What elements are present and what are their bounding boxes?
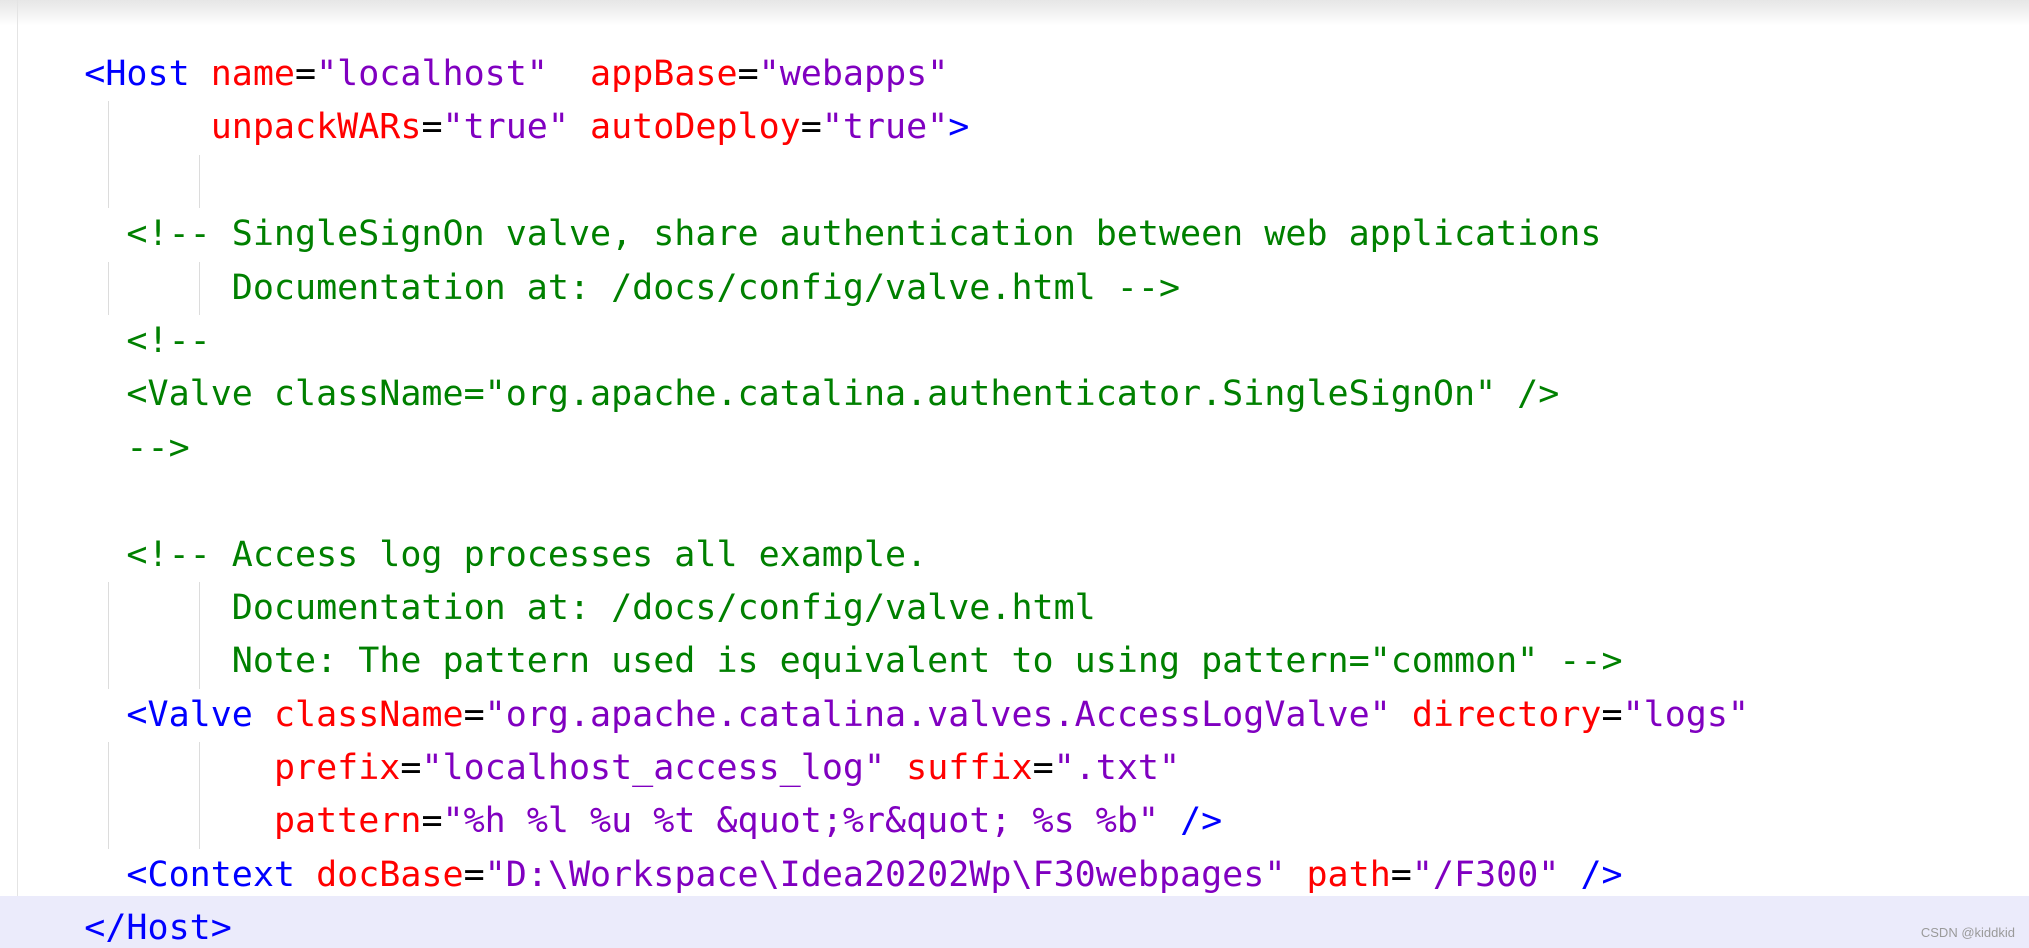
code-token: "localhost_access_log"	[421, 748, 886, 789]
code-token: =	[1601, 694, 1623, 735]
code-line[interactable]: Documentation at: /docs/config/valve.htm…	[0, 581, 1749, 636]
code-token: />	[1580, 854, 1623, 895]
indent-guide	[199, 742, 200, 796]
code-token: -->	[0, 427, 190, 468]
code-token: <!--	[0, 320, 211, 361]
code-token: Note: The pattern used is equivalent to …	[0, 641, 1623, 682]
code-line[interactable]: pattern="%h %l %u %t &quot;%r&quot; %s %…	[0, 795, 1749, 849]
code-token: Documentation at: /docs/config/valve.htm…	[0, 587, 1096, 628]
code-area[interactable]: <Host name="localhost" appBase="webapps"…	[0, 48, 1749, 948]
code-line[interactable]: prefix="localhost_access_log" suffix=".t…	[0, 742, 1749, 796]
code-token: =	[463, 854, 485, 895]
code-token: "logs"	[1622, 694, 1750, 735]
code-token: <Host	[0, 54, 211, 94]
code-token: =	[421, 801, 443, 842]
code-editor[interactable]: <Host name="localhost" appBase="webapps"…	[0, 0, 2029, 948]
code-token: Documentation at: /docs/config/valve.htm…	[0, 267, 1181, 308]
code-token: pattern	[273, 801, 422, 842]
code-line[interactable]: Note: The pattern used is equivalent to …	[0, 635, 1749, 689]
code-line[interactable]: </Host>	[0, 902, 1749, 948]
code-token: <!-- Access log processes all example.	[0, 534, 928, 575]
code-token: </Host>	[0, 908, 232, 948]
code-token: <!-- SingleSignOn valve, share authentic…	[0, 214, 1602, 255]
watermark: CSDN @kiddkid	[1920, 925, 2015, 940]
code-token: "true"	[442, 107, 569, 148]
code-token: "org.apache.catalina.valves.AccessLogVal…	[484, 694, 1391, 735]
indent-guide	[199, 635, 200, 689]
code-token: =	[1032, 748, 1054, 789]
code-token: "%h %l %u %t &quot;%r&quot; %s %b"	[442, 801, 1159, 842]
code-token: className	[273, 694, 464, 735]
indent-guide	[108, 635, 109, 689]
code-line[interactable]: <!-- SingleSignOn valve, share authentic…	[0, 208, 1749, 261]
code-token: <Valve className="org.apache.catalina.au…	[0, 374, 1560, 415]
code-token: <Context	[0, 854, 317, 895]
code-token: unpackWARs	[210, 107, 422, 148]
code-line[interactable]: <!--	[0, 315, 1749, 368]
code-token: path	[1306, 854, 1391, 895]
code-token: suffix	[906, 748, 1033, 789]
code-token: =	[295, 54, 317, 94]
code-token: =	[1390, 854, 1412, 895]
code-token: "true"	[821, 107, 949, 148]
code-token: =	[463, 694, 485, 735]
code-token: >	[948, 107, 970, 148]
code-line[interactable]: <Valve className="org.apache.catalina.va…	[0, 689, 1749, 742]
code-token: =	[400, 748, 422, 789]
code-token: docBase	[316, 854, 464, 895]
indent-guide	[199, 154, 200, 209]
indent-guide	[108, 795, 109, 849]
code-token: directory	[1411, 694, 1602, 735]
code-token: name	[210, 54, 296, 94]
top-shadow	[0, 0, 2029, 26]
code-token: "/F300"	[1411, 854, 1560, 895]
indent-guide	[199, 795, 200, 849]
code-token: "localhost"	[316, 54, 548, 94]
code-token: =	[800, 107, 822, 148]
code-token: />	[1180, 801, 1223, 842]
code-token: appBase	[590, 54, 738, 94]
code-token: =	[421, 107, 443, 148]
code-token: ".txt"	[1053, 748, 1181, 789]
code-token: "D:\Workspace\Idea20202Wp\F30webpages"	[484, 854, 1286, 895]
code-line[interactable]: <Context docBase="D:\Workspace\Idea20202…	[0, 849, 1749, 902]
indent-guide	[108, 101, 109, 155]
indent-guide	[108, 154, 109, 209]
code-line[interactable]	[0, 475, 1749, 528]
code-line[interactable]: -->	[0, 422, 1749, 475]
code-token: prefix	[273, 748, 401, 789]
code-line[interactable]: unpackWARs="true" autoDeploy="true">	[0, 101, 1749, 155]
indent-guide	[199, 261, 200, 315]
code-token: <Valve	[0, 694, 274, 735]
code-line[interactable]	[0, 154, 1749, 209]
code-line[interactable]: <Valve className="org.apache.catalina.au…	[0, 368, 1749, 421]
indent-guide	[199, 581, 200, 636]
code-line[interactable]: <!-- Access log processes all example.	[0, 529, 1749, 582]
code-token: "webapps"	[758, 54, 949, 94]
code-line[interactable]: Documentation at: /docs/config/valve.htm…	[0, 261, 1749, 315]
indent-guide	[108, 742, 109, 796]
indent-guide	[108, 261, 109, 315]
code-token: autoDeploy	[590, 107, 801, 148]
indent-guide	[108, 581, 109, 636]
code-token: =	[737, 54, 759, 94]
code-line[interactable]: <Host name="localhost" appBase="webapps"	[0, 48, 1749, 101]
